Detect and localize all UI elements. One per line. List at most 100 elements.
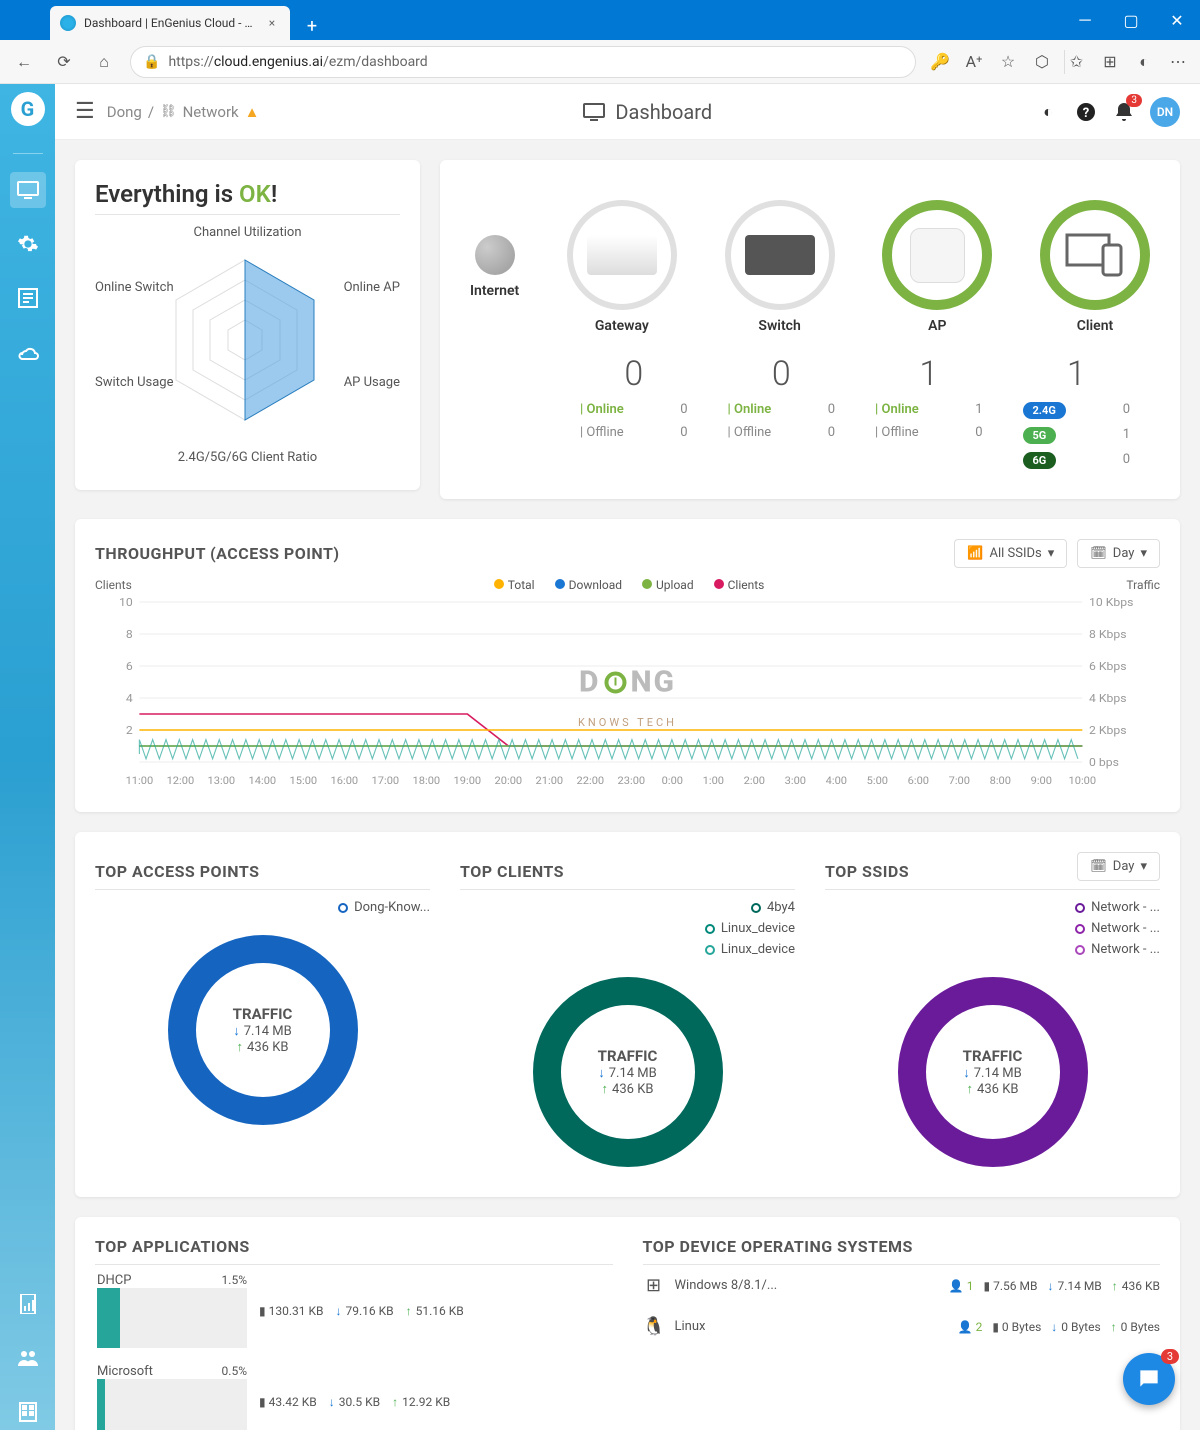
nav-analytics[interactable] xyxy=(10,1286,46,1322)
nav-users[interactable] xyxy=(10,1340,46,1376)
window-minimize-button[interactable]: ─ xyxy=(1062,0,1108,40)
svg-text:1:00: 1:00 xyxy=(703,775,724,787)
globe-icon xyxy=(475,235,515,275)
browser-tab-active[interactable]: Dashboard | EnGenius Cloud - D... × xyxy=(50,6,290,40)
svg-text:20:00: 20:00 xyxy=(495,775,523,787)
more-icon[interactable]: ⋯ xyxy=(1166,50,1190,74)
avatar[interactable]: DN xyxy=(1150,97,1180,127)
svg-text:16:00: 16:00 xyxy=(331,775,359,787)
breadcrumb-network: Network xyxy=(183,103,239,121)
app-row[interactable]: Microsoft0.5%▮ 43.42 KB↓30.5 KB↑12.92 KB xyxy=(95,1356,613,1430)
svg-text:23:00: 23:00 xyxy=(618,775,646,787)
monitor-icon xyxy=(583,103,605,121)
profile-icon[interactable]: ◐ xyxy=(1132,50,1156,74)
svg-text:14:00: 14:00 xyxy=(249,775,277,787)
nav-cloud[interactable] xyxy=(10,334,46,370)
breadcrumb[interactable]: Dong / ⛓ Network ▲ xyxy=(107,103,260,121)
topo-internet-label: Internet xyxy=(470,283,519,299)
legend-item[interactable]: Network - ... xyxy=(1075,900,1160,915)
svg-text:11:00: 11:00 xyxy=(126,775,154,787)
chart-legend: Total Download Upload Clients xyxy=(494,578,765,592)
top-device-os: TOP DEVICE OPERATING SYSTEMS ⊞Windows 8/… xyxy=(643,1237,1161,1430)
notif-badge: 3 xyxy=(1126,94,1142,107)
url-input[interactable]: 🔒 https://cloud.engenius.ai/ezm/dashboar… xyxy=(130,46,916,78)
card-network-health: Everything is OK! xyxy=(75,160,420,490)
notifications-button[interactable]: 3 xyxy=(1112,100,1136,124)
health-title: Everything is OK! xyxy=(95,180,400,215)
nav-settings[interactable] xyxy=(10,226,46,262)
home-button[interactable]: ⌂ xyxy=(90,48,118,76)
app-logo-icon[interactable]: G xyxy=(11,92,45,126)
legend-item[interactable]: Linux_device xyxy=(705,921,795,936)
fav-icon[interactable]: ☆ xyxy=(996,50,1020,74)
app-row[interactable]: DHCP1.5%▮ 130.31 KB↓79.16 KB↑51.16 KB xyxy=(95,1265,613,1356)
window-maximize-button[interactable]: ▢ xyxy=(1108,0,1154,40)
help-button[interactable]: ? xyxy=(1074,100,1098,124)
legend-item[interactable]: Network - ... xyxy=(1075,921,1160,936)
svg-text:8 Kbps: 8 Kbps xyxy=(1089,628,1127,641)
tab-title: Dashboard | EnGenius Cloud - D... xyxy=(84,16,256,30)
ssid-dropdown[interactable]: 📶 All SSIDs ▾ xyxy=(954,539,1067,568)
svg-text:4 Kbps: 4 Kbps xyxy=(1089,692,1127,705)
favorites-icon[interactable]: ✩ xyxy=(1064,50,1088,74)
legend-item[interactable]: Dong-Know... xyxy=(338,900,430,915)
key-icon[interactable]: 🔑 xyxy=(928,50,952,74)
svg-text:13:00: 13:00 xyxy=(208,775,236,787)
throughput-title: THROUGHPUT (ACCESS POINT) xyxy=(95,544,340,563)
y-left-label: Clients xyxy=(95,578,132,592)
nav-dashboard[interactable] xyxy=(10,172,46,208)
svg-text:6 Kbps: 6 Kbps xyxy=(1089,660,1127,673)
chevron-down-icon: ▾ xyxy=(1140,546,1147,561)
throughput-chart[interactable]: 10864210 Kbps8 Kbps6 Kbps4 Kbps2 Kbps0 b… xyxy=(95,592,1160,792)
svg-text:10:00: 10:00 xyxy=(1069,775,1097,787)
card-topology: Internet Gateway Switch xyxy=(440,160,1180,499)
timerange-dropdown[interactable]: 🗓 Day ▾ xyxy=(1077,539,1160,568)
topo-node-switch[interactable]: Switch xyxy=(725,200,835,334)
chevron-down-icon: ▾ xyxy=(1140,859,1147,874)
legend-item[interactable]: Linux_device xyxy=(705,942,795,957)
client-count: 1 xyxy=(1067,354,1086,394)
topo-node-client[interactable]: Client xyxy=(1040,200,1150,334)
svg-text:2 Kbps: 2 Kbps xyxy=(1089,724,1127,737)
radar-chart xyxy=(95,225,395,445)
os-row[interactable]: 🐧Linux👤 2▮ 0 Bytes↓0 Bytes↑0 Bytes xyxy=(643,1306,1161,1347)
menu-toggle-button[interactable]: ☰ xyxy=(75,99,95,124)
theme-toggle-button[interactable]: ◐ xyxy=(1036,100,1060,124)
top-clients: TOP CLIENTS 4by4Linux_deviceLinux_device… xyxy=(460,862,795,1167)
svg-text:10: 10 xyxy=(119,596,133,609)
chat-badge: 3 xyxy=(1161,1349,1179,1364)
favicon-icon xyxy=(60,15,76,31)
svg-text:6:00: 6:00 xyxy=(908,775,929,787)
topo-node-gateway[interactable]: Gateway xyxy=(567,200,677,334)
svg-text:4:00: 4:00 xyxy=(826,775,847,787)
top-applications: TOP APPLICATIONS DHCP1.5%▮ 130.31 KB↓79.… xyxy=(95,1237,613,1430)
page-title: Dashboard xyxy=(272,100,1025,124)
legend-item[interactable]: Network - ... xyxy=(1075,942,1160,957)
svg-text:?: ? xyxy=(1083,106,1089,121)
topo-node-ap[interactable]: AP xyxy=(882,200,992,334)
os-row[interactable]: ⊞Windows 8/8.1/...👤 1▮ 7.56 MB↓7.14 MB↑4… xyxy=(643,1265,1161,1306)
new-tab-button[interactable]: + xyxy=(298,12,326,40)
chat-button[interactable]: 3 xyxy=(1123,1353,1175,1405)
wifi-icon: 📶 xyxy=(967,546,983,561)
browser-titlebar: Dashboard | EnGenius Cloud - D... × + ─ … xyxy=(0,0,1200,40)
warning-icon: ▲ xyxy=(245,103,260,121)
calendar-icon: 🗓 xyxy=(1090,546,1107,561)
read-aloud-icon[interactable]: A⁺ xyxy=(962,50,986,74)
svg-text:6: 6 xyxy=(126,660,133,673)
collections-icon[interactable]: ⊞ xyxy=(1098,50,1122,74)
window-close-button[interactable]: ✕ xyxy=(1154,0,1200,40)
nav-building[interactable] xyxy=(10,1394,46,1430)
address-bar: ← ⟳ ⌂ 🔒 https://cloud.engenius.ai/ezm/da… xyxy=(0,40,1200,84)
extension-icon[interactable]: ⬡ xyxy=(1030,50,1054,74)
radar-label-cu: Channel Utilization xyxy=(193,225,301,240)
nav-reports[interactable] xyxy=(10,280,46,316)
gateway-count: 0 xyxy=(624,354,643,394)
legend-item[interactable]: 4by4 xyxy=(751,900,795,915)
svg-text:18:00: 18:00 xyxy=(413,775,441,787)
close-tab-icon[interactable]: × xyxy=(264,16,280,30)
refresh-button[interactable]: ⟳ xyxy=(50,48,78,76)
top3-timerange-dropdown[interactable]: 🗓 Day ▾ xyxy=(1077,852,1160,881)
radar-label-ratio: 2.4G/5G/6G Client Ratio xyxy=(178,450,317,465)
back-button[interactable]: ← xyxy=(10,48,38,76)
